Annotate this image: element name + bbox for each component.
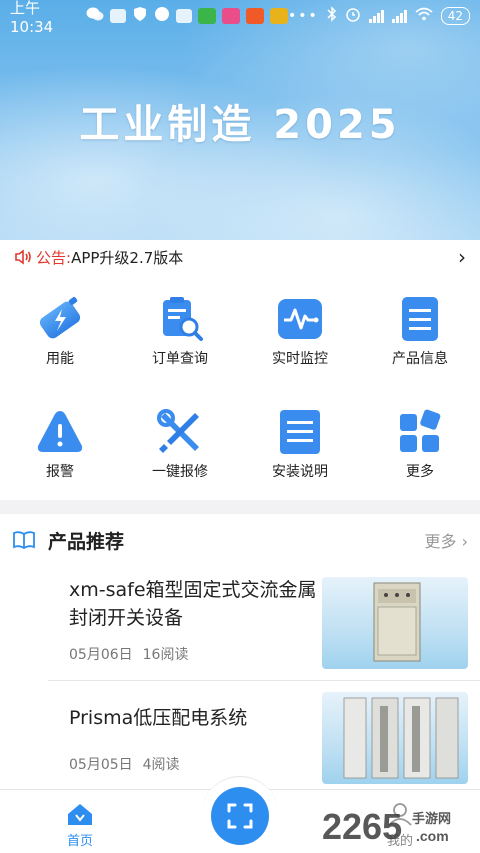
chevron-right-icon[interactable]: › [458, 245, 466, 269]
app-notify-icon [175, 9, 192, 23]
alarm-icon [37, 411, 83, 452]
grid-item-energy[interactable]: 用能 [0, 274, 120, 387]
document-icon [280, 410, 320, 454]
product-date: 05月05日 [69, 757, 133, 773]
app-notify-icon [245, 8, 264, 24]
announcement-bar[interactable]: 公告: APP升级2.7版本 › [0, 240, 480, 274]
grid-item-repair[interactable]: 一键报修 [120, 387, 240, 500]
svg-text:手游网: 手游网 [412, 811, 451, 827]
grid-item-label: 订单查询 [152, 351, 208, 367]
alarm-clock-icon [345, 6, 361, 26]
energy-icon [39, 297, 81, 339]
banner-title: 工业制造 2025 [79, 102, 401, 148]
tab-label: 首页 [66, 834, 93, 849]
product-title: xm-safe箱型固定式交流金属封闭开关设备 [69, 579, 317, 629]
app-notify-icon [109, 9, 126, 23]
app-notify-icon [269, 8, 288, 24]
svg-text:2265: 2265 [322, 806, 402, 847]
more-link[interactable]: 更多 › [425, 528, 469, 552]
product-reads: 16阅读 [142, 647, 189, 663]
grid-item-alarm[interactable]: 报警 [0, 387, 120, 500]
shield-icon [132, 6, 148, 26]
status-time: 上午10:34 [10, 0, 54, 36]
battery-indicator: 42 [440, 7, 470, 25]
signal-icon [391, 9, 407, 23]
grid-item-label: 实时监控 [272, 351, 328, 367]
bluetooth-icon [327, 6, 337, 26]
grid-item-label: 一键报修 [152, 464, 208, 480]
announcement-label: 公告: [36, 248, 72, 267]
grid-item-more[interactable]: 更多 [360, 387, 480, 500]
product-item[interactable]: Prisma低压配电系统 05月05日 4阅读 [48, 692, 480, 789]
grid-item-monitor[interactable]: 实时监控 [240, 274, 360, 387]
scan-button-wrap [201, 776, 279, 853]
product-meta: 05月06日 16阅读 [69, 644, 319, 664]
wechat-icon [86, 6, 104, 26]
list-icon [402, 297, 438, 341]
product-title: Prisma低压配电系统 [69, 707, 248, 729]
svg-text:.com: .com [416, 828, 449, 844]
grid-item-install-guide[interactable]: 安装说明 [240, 387, 360, 500]
grid-item-label: 用能 [46, 351, 74, 367]
grid-item-label: 安装说明 [272, 464, 328, 480]
grid-item-label: 产品信息 [392, 351, 448, 367]
wifi-icon [415, 7, 433, 25]
product-date: 05月06日 [69, 647, 133, 663]
more-label: 更多 [424, 532, 457, 551]
tab-home[interactable]: 首页 [50, 802, 110, 849]
section-title: 产品推荐 [48, 530, 125, 553]
grid-item-label: 报警 [46, 464, 74, 480]
order-search-icon [163, 297, 203, 341]
function-grid: 用能 订单查询 实时监控 产品信息 报警 一键报修 安装说明 更多 [0, 274, 480, 500]
home-icon [68, 804, 92, 825]
book-icon [13, 531, 35, 550]
product-text: xm-safe箱型固定式交流金属封闭开关设备 05月06日 16阅读 [69, 576, 319, 664]
repair-tools-icon [157, 409, 199, 453]
announcement-text: APP升级2.7版本 [71, 248, 184, 267]
grid-item-order-search[interactable]: 订单查询 [120, 274, 240, 387]
product-thumbnail [322, 692, 468, 784]
monitor-icon [278, 299, 322, 339]
more-grid-icon [400, 409, 441, 452]
speaker-icon [15, 249, 31, 265]
grid-item-label: 更多 [406, 464, 434, 480]
scan-icon [227, 803, 253, 829]
product-text: Prisma低压配电系统 05月05日 4阅读 [69, 692, 319, 774]
app-notify-icon [197, 8, 216, 24]
product-reads: 4阅读 [142, 757, 180, 773]
hero-banner[interactable]: 工业制造 2025 [0, 0, 480, 240]
bottom-navigation: 首页 我的 2265 手游网 .com [0, 776, 480, 853]
site-watermark: 2265 手游网 .com [322, 806, 451, 847]
notification-icons [86, 6, 288, 26]
product-meta: 05月05日 4阅读 [69, 754, 319, 774]
product-recommendations: 产品推荐 更多 › xm-safe箱型固定式交流金属封闭开关设备 05月06日 1… [0, 514, 480, 789]
more-dots-icon: ••• [287, 8, 319, 24]
grid-item-product-info[interactable]: 产品信息 [360, 274, 480, 387]
section-header: 产品推荐 更多 › [0, 514, 480, 566]
divider [48, 680, 480, 681]
product-thumbnail [322, 577, 468, 669]
signal-icon [368, 9, 384, 23]
app-notify-icon [221, 8, 240, 24]
message-icon [154, 6, 170, 26]
product-item[interactable]: xm-safe箱型固定式交流金属封闭开关设备 05月06日 16阅读 [48, 576, 480, 680]
status-bar: 上午10:34 ••• 42 [0, 0, 480, 36]
scan-button[interactable] [211, 787, 269, 845]
